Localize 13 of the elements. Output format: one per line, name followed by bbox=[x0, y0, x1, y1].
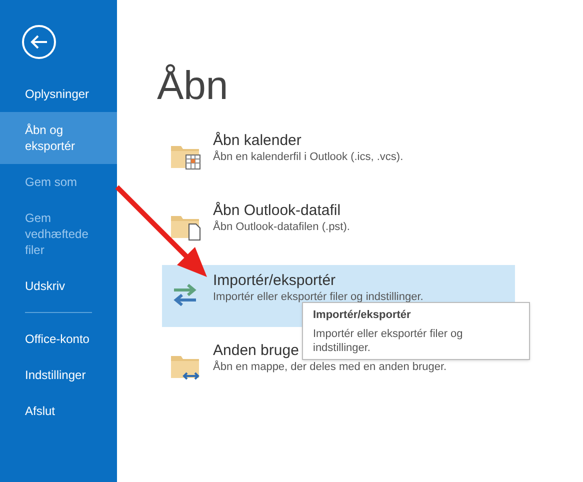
back-arrow-icon bbox=[30, 35, 48, 49]
open-option[interactable]: Åbn kalender Åbn en kalenderfil i Outlook (.ics, .vcs). bbox=[162, 125, 515, 187]
sidebar-item[interactable]: Åbn og eksportér bbox=[0, 112, 117, 164]
sidebar-item[interactable]: Afslut bbox=[0, 393, 117, 429]
tooltip-text: Importér eller eksportér filer og indstillinger. bbox=[313, 326, 464, 354]
page-heading: Åbn bbox=[157, 64, 230, 108]
sidebar-item[interactable]: Oplysninger bbox=[0, 76, 117, 112]
sidebar-item[interactable]: Udskriv bbox=[0, 268, 117, 304]
sidebar-item[interactable]: Indstillinger bbox=[0, 357, 117, 393]
back-button[interactable] bbox=[22, 25, 56, 59]
sidebar-item[interactable]: Office-konto bbox=[0, 321, 117, 357]
tooltip-title: Importér/eksportér bbox=[313, 308, 412, 323]
open-option[interactable]: Åbn Outlook-datafil Åbn Outlook-datafilen (.pst). bbox=[162, 195, 515, 257]
